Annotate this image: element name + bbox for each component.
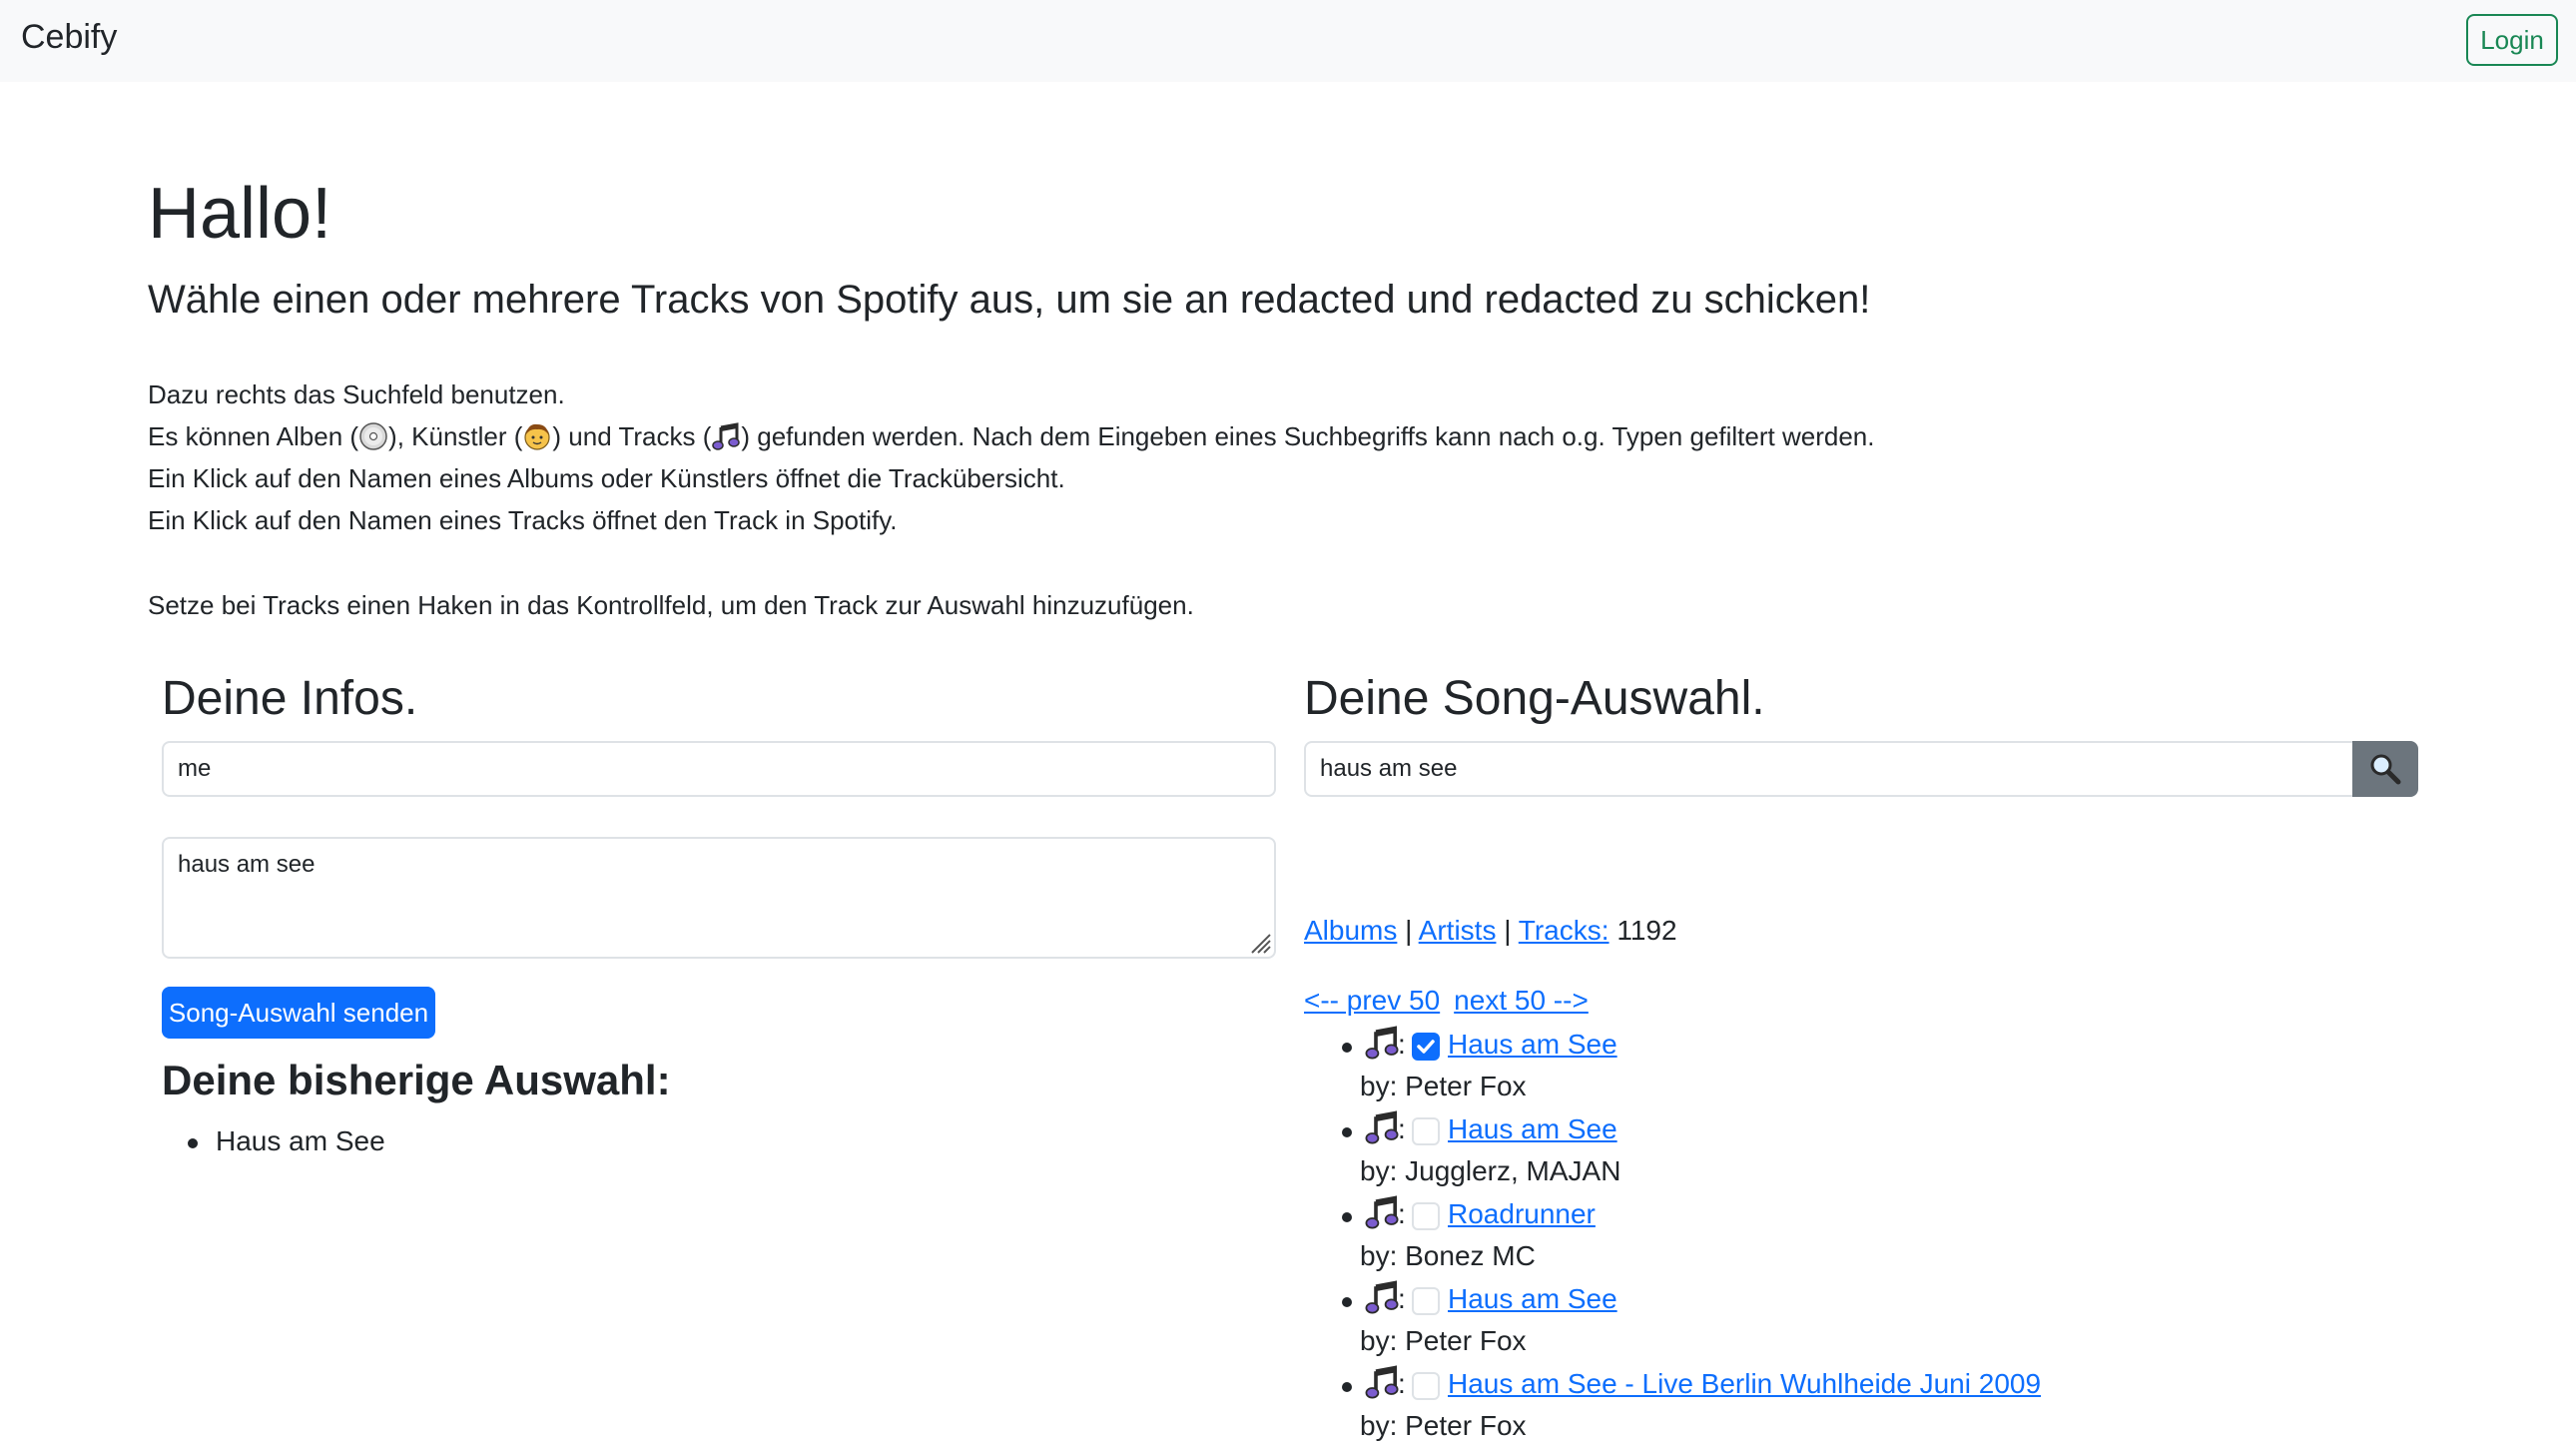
track-artist-text: by: Jugglerz, MAJAN	[1360, 1155, 1621, 1186]
track-select-checkbox[interactable]	[1412, 1287, 1440, 1315]
resize-handle-icon[interactable]	[1248, 929, 1272, 955]
selection-list: Haus am See	[188, 1122, 385, 1160]
track-title-link[interactable]: Haus am See	[1448, 1109, 1617, 1149]
filter-tracks-link[interactable]: Tracks:	[1519, 915, 1610, 946]
music-note-icon	[1365, 1110, 1399, 1144]
track-result-item: : Roadrunner by: Bonez MC	[1342, 1194, 2540, 1279]
next-page-link[interactable]: next 50 -->	[1454, 985, 1589, 1016]
message-textarea[interactable]: haus am see	[162, 837, 1276, 959]
page-title: Hallo!	[148, 174, 332, 254]
bullet	[1342, 1382, 1352, 1392]
navbar: Cebify Login	[0, 0, 2576, 82]
track-count: 1192	[1616, 915, 1677, 946]
send-selection-button[interactable]: Song-Auswahl senden	[162, 987, 435, 1039]
album-disc-icon	[359, 422, 387, 450]
track-select-checkbox[interactable]	[1412, 1117, 1440, 1145]
search-input[interactable]	[1304, 741, 2354, 797]
name-input[interactable]	[162, 741, 1276, 797]
track-artist-text: by: Peter Fox	[1360, 1410, 1527, 1441]
selection-heading: Deine bisherige Auswahl:	[162, 1057, 671, 1103]
filter-bar: Albums | Artists | Tracks: 1192	[1304, 915, 1677, 946]
bullet	[188, 1137, 198, 1148]
track-artist-text: by: Peter Fox	[1360, 1071, 1527, 1101]
prev-page-link[interactable]: <-- prev 50	[1304, 985, 1440, 1016]
track-artist-text: by: Peter Fox	[1360, 1325, 1527, 1356]
lead-text: Wähle einen oder mehrere Tracks von Spot…	[148, 278, 1871, 322]
result-colon: :	[1398, 1283, 1406, 1314]
track-result-item: : Haus am See by: Peter Fox	[1342, 1279, 2540, 1364]
result-colon: :	[1398, 1113, 1406, 1144]
filter-artists-link[interactable]: Artists	[1419, 915, 1497, 946]
brand-logo[interactable]: Cebify	[21, 18, 117, 57]
info-heading: Deine Infos.	[162, 672, 418, 725]
music-note-icon	[1365, 1365, 1399, 1399]
track-select-checkbox[interactable]	[1412, 1372, 1440, 1400]
result-colon: :	[1398, 1029, 1406, 1060]
search-button[interactable]	[2352, 741, 2418, 797]
track-title-link[interactable]: Roadrunner	[1448, 1194, 1596, 1234]
artist-face-icon	[524, 423, 551, 450]
music-note-icon	[712, 422, 741, 450]
intro-line-1: Dazu rechts das Suchfeld benutzen.	[148, 379, 565, 409]
result-colon: :	[1398, 1368, 1406, 1399]
track-result-item: : Haus am See by: Peter Fox	[1342, 1025, 2540, 1109]
track-title-link[interactable]: Haus am See	[1448, 1279, 1617, 1319]
bullet	[1342, 1297, 1352, 1307]
bullet	[1342, 1127, 1352, 1137]
bullet	[1342, 1212, 1352, 1222]
selection-item: Haus am See	[188, 1122, 385, 1160]
music-note-icon	[1365, 1026, 1399, 1060]
track-title-link[interactable]: Haus am See - Live Berlin Wuhlheide Juni…	[1448, 1364, 2041, 1404]
search-icon	[2370, 754, 2401, 785]
track-title-link[interactable]: Haus am See	[1448, 1025, 1617, 1065]
filter-albums-link[interactable]: Albums	[1304, 915, 1397, 946]
track-artist-text: by: Bonez MC	[1360, 1240, 1536, 1271]
pagination: <-- prev 50 next 50 -->	[1304, 981, 1603, 1021]
track-result-item: : Haus am See - Live Berlin Wuhlheide Jun…	[1342, 1364, 2540, 1445]
intro-line-5: Setze bei Tracks einen Haken in das Kont…	[148, 590, 1194, 620]
intro-line-3: Ein Klick auf den Namen eines Albums ode…	[148, 463, 1065, 493]
music-note-icon	[1365, 1280, 1399, 1314]
result-colon: :	[1398, 1198, 1406, 1229]
intro-line-4: Ein Klick auf den Namen eines Tracks öff…	[148, 505, 898, 535]
track-result-item: : Haus am See by: Jugglerz, MAJAN	[1342, 1109, 2540, 1194]
login-button[interactable]: Login	[2466, 14, 2558, 66]
track-select-checkbox[interactable]	[1412, 1033, 1440, 1061]
bullet	[1342, 1043, 1352, 1053]
search-heading: Deine Song-Auswahl.	[1304, 672, 1765, 725]
intro-line-2: Es können Alben (), Künstler () und Trac…	[148, 421, 1875, 451]
music-note-icon	[1365, 1195, 1399, 1229]
checkmark-icon	[1417, 1040, 1435, 1054]
track-select-checkbox[interactable]	[1412, 1202, 1440, 1230]
